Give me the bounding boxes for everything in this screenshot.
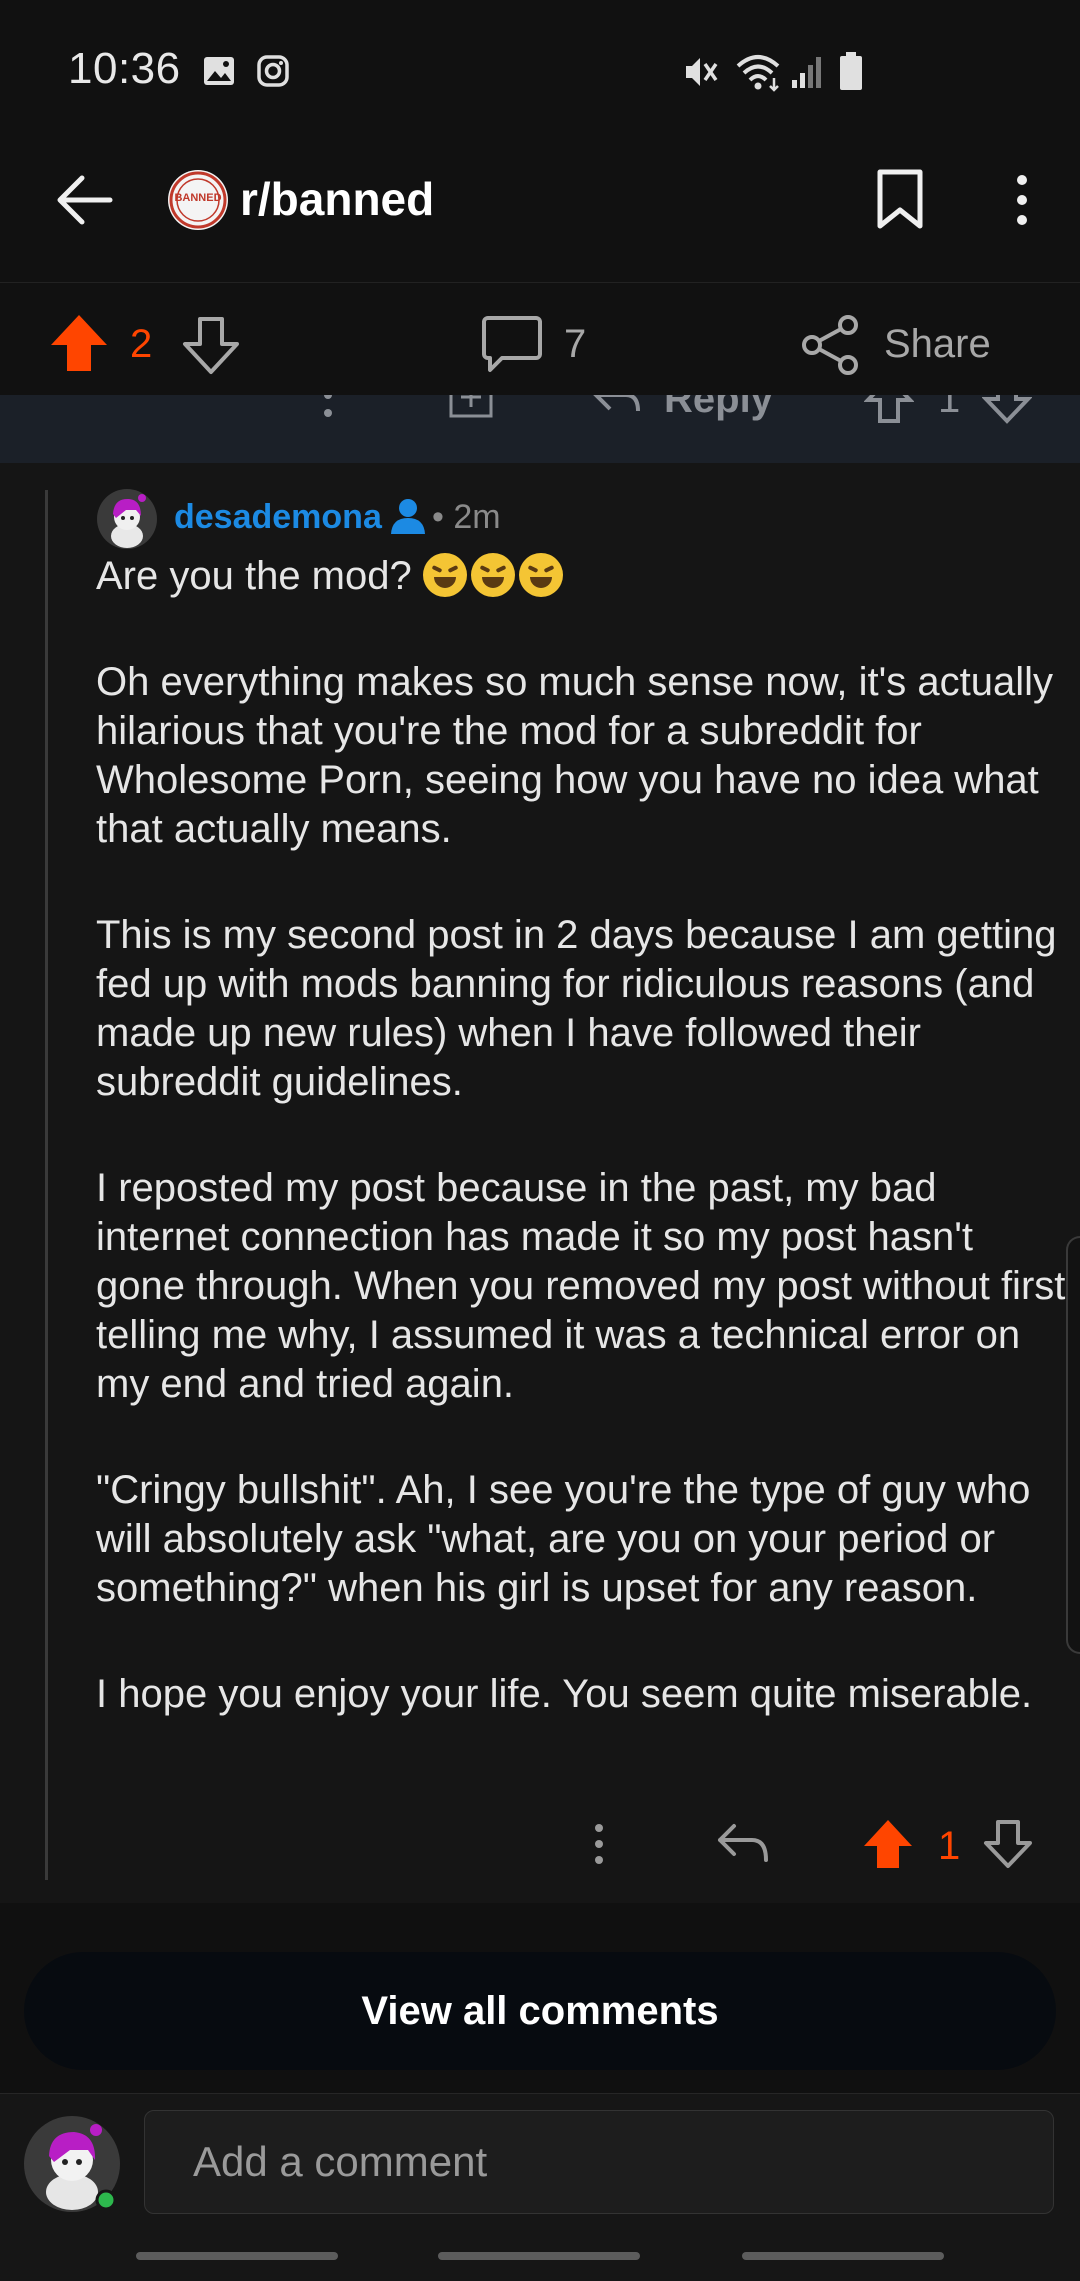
- rofl-emoji: [422, 553, 467, 597]
- post-vote-count: 2: [130, 322, 153, 366]
- comment-paragraph: I reposted my post because in the past, …: [96, 1166, 1066, 1406]
- comment-username[interactable]: desademona: [174, 498, 382, 537]
- comment-icon[interactable]: [480, 314, 544, 376]
- previous-vote-count: 1: [938, 395, 961, 421]
- instagram-icon: [257, 55, 289, 87]
- reply-icon[interactable]: [716, 1822, 772, 1866]
- status-time: 10:36: [68, 44, 181, 93]
- previous-comment-actions: Reply 1: [0, 395, 1080, 463]
- post-comment-count[interactable]: 7: [564, 322, 586, 367]
- share-icon[interactable]: [800, 314, 860, 376]
- downvote-icon[interactable]: [180, 314, 242, 376]
- thread-line[interactable]: [45, 490, 48, 1880]
- downvote-icon[interactable]: [982, 395, 1032, 427]
- nav-home-pill[interactable]: [438, 2252, 640, 2260]
- user-avatar[interactable]: [96, 488, 158, 550]
- image-icon: [204, 57, 234, 85]
- nav-back-pill[interactable]: [136, 2252, 338, 2260]
- person-icon: [391, 499, 425, 534]
- subreddit-name[interactable]: r/banned: [240, 172, 434, 226]
- comment-paragraph: This is my second post in 2 days because…: [96, 913, 1057, 1104]
- reply-label[interactable]: Reply: [664, 395, 773, 422]
- comment-more-icon[interactable]: [586, 1820, 612, 1868]
- online-status-dot: [95, 2189, 117, 2211]
- comment-paragraph: I hope you enjoy your life. You seem qui…: [96, 1672, 1033, 1716]
- comment-paragraph: "Cringy bullshit". Ah, I see you're the …: [96, 1468, 1031, 1610]
- upvote-icon[interactable]: [864, 395, 914, 425]
- scroll-indicator[interactable]: [1066, 1236, 1080, 1654]
- bookmark-icon[interactable]: [872, 166, 928, 232]
- share-label[interactable]: Share: [884, 322, 991, 367]
- comment-paragraph: Oh everything makes so much sense now, i…: [96, 660, 1053, 851]
- comment-first-line: Are you the mod?: [96, 552, 1066, 601]
- comment-timestamp: • 2m: [432, 498, 501, 536]
- comment-body: Are you the mod? Oh everything makes so …: [96, 552, 1066, 1776]
- reply-icon[interactable]: [592, 395, 642, 417]
- battery-icon: [840, 52, 862, 90]
- collapse-icon[interactable]: [448, 395, 494, 423]
- rofl-emoji: [470, 553, 515, 597]
- comment-downvote-icon[interactable]: [982, 1818, 1034, 1870]
- comment-upvote-icon[interactable]: [862, 1818, 914, 1870]
- mute-icon: [686, 58, 718, 86]
- more-icon[interactable]: [316, 395, 340, 427]
- nav-recents-pill[interactable]: [742, 2252, 944, 2260]
- subreddit-avatar-text: BANNED: [174, 192, 222, 204]
- back-arrow-icon[interactable]: [52, 168, 116, 232]
- add-comment-input[interactable]: [144, 2110, 1054, 2214]
- subreddit-avatar[interactable]: BANNED: [168, 170, 228, 230]
- rofl-emoji: [518, 553, 563, 597]
- more-vertical-icon[interactable]: [1004, 172, 1040, 228]
- current-user-avatar[interactable]: [22, 2114, 122, 2214]
- comment-vote-count: 1: [938, 1824, 961, 1868]
- view-all-comments-button[interactable]: View all comments: [24, 1952, 1056, 2070]
- signal-icon: [792, 57, 821, 88]
- wifi-icon: [736, 55, 780, 92]
- upvote-icon[interactable]: [48, 312, 110, 374]
